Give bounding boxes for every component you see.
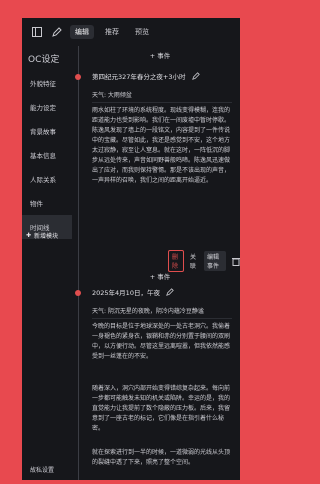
edit-event-button[interactable]: 编辑事件: [204, 251, 226, 271]
link-button[interactable]: 关联: [190, 252, 198, 270]
tab-recommend[interactable]: 推荐: [100, 25, 124, 39]
event-paragraph: 随着深入，洞穴内部开始变得错综复杂起来。每向前一步都可能触发未知的机关或陷阱。幸…: [92, 385, 231, 432]
trash-icon[interactable]: [232, 257, 240, 266]
sidebar-item-abilities[interactable]: 能力设定: [22, 95, 72, 119]
timeline-dot: [75, 74, 81, 80]
event-date: 第四纪元327年春分之夜+3小时: [92, 73, 186, 81]
sidebar-item-appearance[interactable]: 外貌特征: [22, 71, 72, 95]
panel-toggle-icon[interactable]: [30, 25, 44, 39]
sidebar-item-basic-info[interactable]: 基本信息: [22, 143, 72, 167]
app-frame: 编辑 推荐 预览 OC设定 外貌特征 能力设定 背景故事 基本信息 人际关系 物…: [22, 18, 240, 480]
add-module-label: 新增模块: [34, 232, 59, 240]
event-actions: 删除 关联 编辑事件: [168, 250, 240, 272]
event-date: 2025年4月10日，午夜: [92, 289, 160, 297]
sidebar-title: OC设定: [28, 55, 60, 65]
sidebar-footer-settings[interactable]: 故私设置: [30, 465, 54, 474]
event-weather: 天气: 大雨倾盆: [92, 92, 132, 99]
edit-date-icon[interactable]: [166, 288, 175, 297]
timeline-line: [78, 46, 79, 480]
event-content: 雨水如柱了环境的系统程度。现线变得模糊，连我的距道能力也受到影响。我们在一间废墟…: [92, 107, 231, 184]
add-event-button-top[interactable]: + 事件: [100, 50, 220, 60]
divider: [92, 318, 232, 319]
sidebar-item-relationships[interactable]: 人际关系: [22, 167, 72, 191]
edit-date-icon[interactable]: [192, 72, 201, 81]
add-event-button-bottom[interactable]: + 事件: [100, 271, 220, 281]
sidebar-item-background[interactable]: 背景故事: [22, 119, 72, 143]
timeline-panel: + 事件 第四纪元327年春分之夜+3小时 天气: 大雨倾盆 雨水如柱了环境的系…: [72, 46, 240, 480]
divider: [92, 102, 232, 103]
event-weather: 天气: 阴沉无星的夜晚，阴冷内蕴冷豆静谧: [92, 308, 204, 315]
top-toolbar: 编辑 推荐 预览: [22, 18, 240, 46]
event-header: 2025年4月10日，午夜: [92, 287, 175, 297]
edit-event-label: 编辑事件: [207, 254, 220, 270]
event-paragraph: 今晚的目标是位于地球深处的一处古老洞穴。我偷着一身褪色的紧身衣，银鞘和赤的分别置…: [92, 323, 231, 360]
tab-edit[interactable]: 编辑: [70, 25, 94, 39]
add-module-button[interactable]: ✚ 新增模块: [26, 228, 70, 242]
timeline-dot: [75, 290, 81, 296]
event-header: 第四纪元327年春分之夜+3小时: [92, 71, 201, 81]
plus-icon: ✚: [26, 231, 32, 239]
sidebar-item-items[interactable]: 物件: [22, 191, 72, 215]
event-paragraph: 就在探索进行到一半的时候，一道微弱的光线从头顶的裂缝中透了下来，照亮了整个空间。: [92, 449, 231, 466]
sidebar: OC设定 外貌特征 能力设定 背景故事 基本信息 人际关系 物件 时间线 ✚ 新…: [22, 46, 72, 480]
edit-pencil-icon[interactable]: [50, 25, 64, 39]
tab-preview[interactable]: 预览: [130, 25, 154, 39]
delete-button[interactable]: 删除: [168, 250, 184, 272]
